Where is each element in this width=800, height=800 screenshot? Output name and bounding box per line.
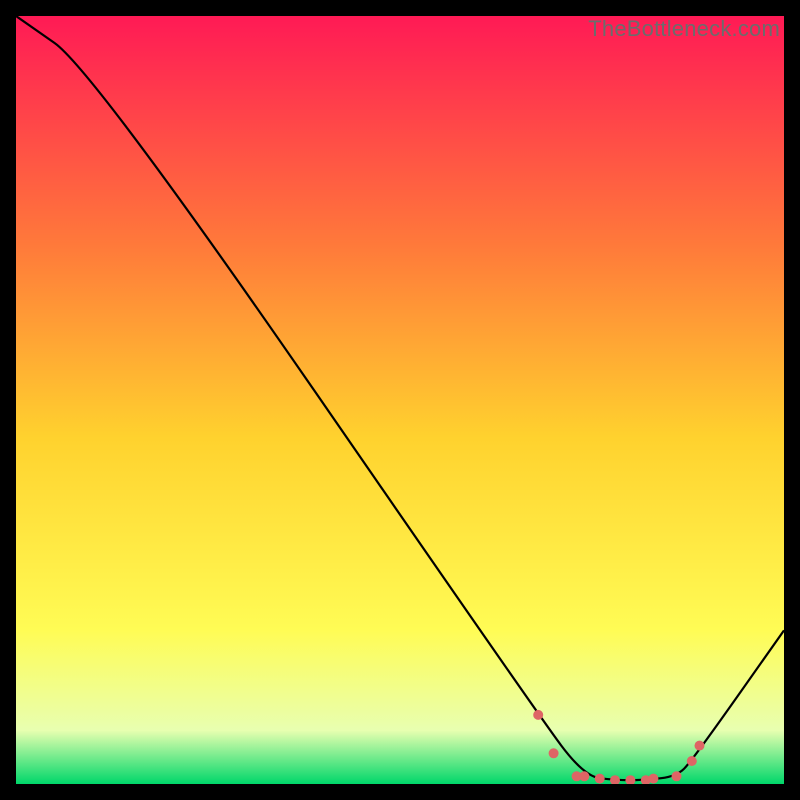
bottleneck-chart: [16, 16, 784, 784]
gradient-background: [16, 16, 784, 784]
marker-point: [579, 771, 589, 781]
marker-point: [687, 756, 697, 766]
chart-frame: TheBottleneck.com: [16, 16, 784, 784]
marker-point: [595, 774, 605, 784]
watermark-text: TheBottleneck.com: [588, 16, 780, 42]
marker-point: [549, 748, 559, 758]
marker-point: [672, 771, 682, 781]
marker-point: [648, 774, 658, 784]
marker-point: [695, 741, 705, 751]
marker-point: [533, 710, 543, 720]
